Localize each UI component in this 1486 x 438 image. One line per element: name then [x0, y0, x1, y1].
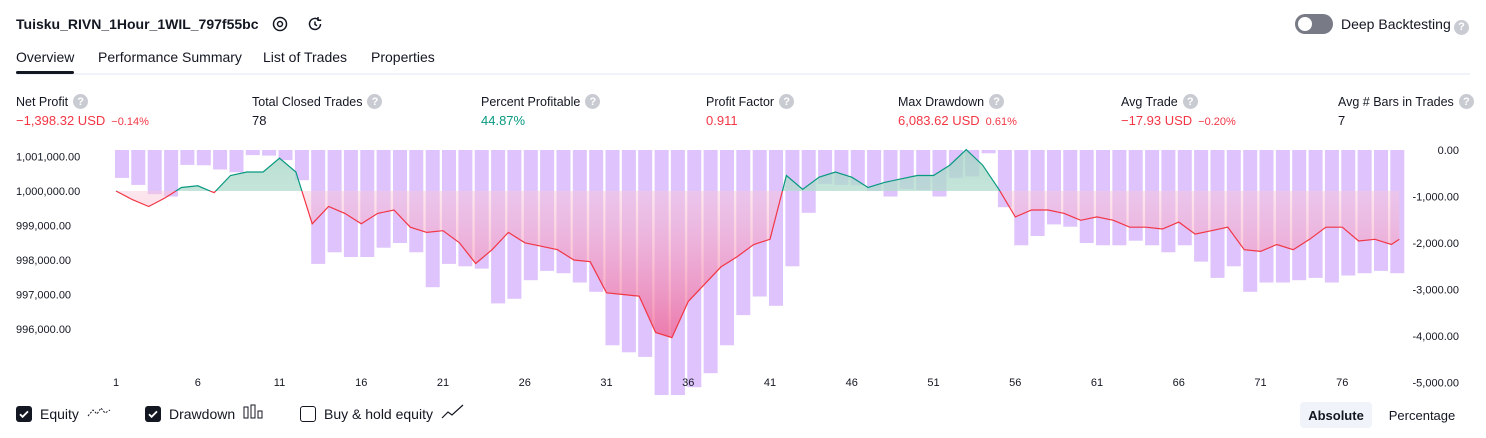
drawdown-bar — [164, 150, 179, 197]
deep-backtesting-label: Deep Backtesting — [1341, 16, 1451, 32]
buy-hold-checkbox[interactable] — [300, 405, 316, 422]
drawdown-bar — [180, 150, 195, 165]
drawdown-bars — [115, 150, 1405, 395]
drawdown-bar — [196, 150, 211, 166]
drawdown-bar — [131, 150, 146, 185]
percent-profitable-value: 44.87% — [481, 113, 526, 128]
equity-tick-label: 999,000.00 — [16, 221, 71, 233]
settings-icon[interactable] — [269, 13, 291, 35]
avg-trade-label: Avg Trade? — [1121, 94, 1198, 109]
total-closed-trades-label: Total Closed Trades? — [252, 94, 383, 109]
trade-number-tick: 76 — [1336, 377, 1348, 389]
drawdown-tick-label: -1,000.00 — [1413, 192, 1459, 204]
deep-backtesting-toggle[interactable] — [1295, 14, 1333, 34]
drawdown-tick-label: -3,000.00 — [1413, 285, 1459, 297]
strategy-title: Tuisku_RIVN_1Hour_1WIL_797f55bc — [16, 16, 259, 32]
drawdown-bar — [245, 150, 260, 156]
trade-number-tick: 66 — [1173, 377, 1185, 389]
info-icon[interactable]: ? — [989, 94, 1005, 109]
trade-number-tick: 56 — [1009, 377, 1021, 389]
drawdown-legend-label: Drawdown — [169, 405, 236, 422]
drawdown-axis-labels: 0.00 -1,000.00 -2,000.00 -3,000.00 -4,000.00… — [1413, 145, 1459, 390]
buy-hold-legend-label: Buy & hold equity — [324, 405, 433, 422]
tab-overview[interactable]: Overview — [16, 49, 74, 65]
avg-bars-label: Avg # Bars in Trades? — [1338, 94, 1474, 109]
equity-legend-label: Equity — [40, 405, 79, 422]
equity-checkbox[interactable] — [16, 405, 32, 422]
trade-number-tick: 1 — [113, 377, 119, 389]
info-icon[interactable]: ? — [73, 94, 89, 109]
info-icon[interactable]: ? — [367, 94, 383, 109]
tab-properties[interactable]: Properties — [371, 49, 435, 65]
equity-tick-label: 1,001,000.00 — [16, 152, 80, 164]
trade-number-tick: 61 — [1091, 377, 1103, 389]
total-closed-trades-value: 78 — [252, 113, 267, 128]
drawdown-bar — [229, 150, 244, 173]
equity-line-icon — [87, 404, 111, 423]
drawdown-tick-label: -5,000.00 — [1413, 378, 1459, 390]
max-drawdown-label: Max Drawdown? — [898, 94, 1005, 109]
trade-number-tick: 41 — [764, 377, 776, 389]
info-icon[interactable]: ? — [779, 94, 795, 109]
profit-factor-label: Profit Factor? — [706, 94, 795, 109]
info-icon[interactable]: ? — [585, 94, 601, 109]
deep-backtesting-help-icon[interactable]: ? — [1454, 17, 1469, 35]
info-icon[interactable]: ? — [1182, 94, 1198, 109]
drawdown-bar — [785, 150, 800, 267]
drawdown-bar — [981, 150, 996, 154]
info-icon[interactable]: ? — [1458, 94, 1474, 109]
equity-axis-labels: 1,001,000.00 1,000,000.00 999,000.00 998,00… — [16, 152, 80, 337]
equity-drawdown-chart[interactable]: 1,001,000.00 1,000,000.00 999,000.00 998,00… — [0, 140, 1486, 395]
trade-number-tick: 26 — [519, 377, 531, 389]
tab-performance-summary[interactable]: Performance Summary — [98, 49, 242, 65]
percentage-button[interactable]: Percentage — [1382, 402, 1462, 428]
trade-number-tick: 36 — [682, 377, 694, 389]
drawdown-bars-icon — [243, 404, 265, 423]
buy-hold-line-icon — [441, 404, 465, 423]
trade-number-tick: 6 — [195, 377, 201, 389]
drawdown-tick-label: -4,000.00 — [1413, 331, 1459, 343]
trade-number-tick: 16 — [355, 377, 367, 389]
drawdown-bar — [262, 150, 277, 156]
drawdown-bar — [147, 150, 162, 195]
trade-number-tick: 71 — [1254, 377, 1266, 389]
absolute-button[interactable]: Absolute — [1300, 402, 1372, 428]
drawdown-bar — [213, 150, 228, 170]
active-tab-indicator — [16, 71, 74, 74]
net-profit-label: Net Profit? — [16, 94, 89, 109]
drawdown-checkbox[interactable] — [145, 405, 161, 422]
equity-tick-label: 996,000.00 — [16, 324, 71, 336]
trade-number-axis-labels: 1 6 11 16 21 26 31 36 41 46 51 56 61 66 71 76 — [113, 377, 1348, 389]
avg-trade-value: −17.93 USD −0.20% — [1121, 113, 1236, 128]
equity-tick-label: 1,000,000.00 — [16, 186, 80, 198]
drawdown-bar — [1047, 150, 1061, 225]
drawdown-bar — [115, 150, 129, 178]
legend-drawdown[interactable]: Drawdown — [145, 404, 265, 423]
avg-bars-value: 7 — [1338, 113, 1346, 128]
tab-list-of-trades[interactable]: List of Trades — [263, 49, 347, 65]
reload-strategy-icon[interactable] — [304, 13, 326, 35]
equity-tick-label: 998,000.00 — [16, 255, 71, 267]
drawdown-tick-label: 0.00 — [1438, 145, 1459, 157]
trade-number-tick: 51 — [927, 377, 939, 389]
net-profit-value: −1,398.32 USD −0.14% — [16, 113, 149, 128]
drawdown-tick-label: -2,000.00 — [1413, 238, 1459, 250]
trade-number-tick: 31 — [600, 377, 612, 389]
tab-divider — [16, 73, 1470, 75]
trade-number-tick: 46 — [846, 377, 858, 389]
legend-equity[interactable]: Equity — [16, 404, 111, 423]
percent-profitable-label: Percent Profitable? — [481, 94, 601, 109]
equity-tick-label: 997,000.00 — [16, 290, 71, 302]
trade-number-tick: 21 — [437, 377, 449, 389]
legend-buy-hold[interactable]: Buy & hold equity — [300, 404, 465, 423]
trade-number-tick: 11 — [274, 377, 285, 389]
profit-factor-value: 0.911 — [706, 113, 738, 128]
max-drawdown-value: 6,083.62 USD 0.61% — [898, 113, 1017, 128]
